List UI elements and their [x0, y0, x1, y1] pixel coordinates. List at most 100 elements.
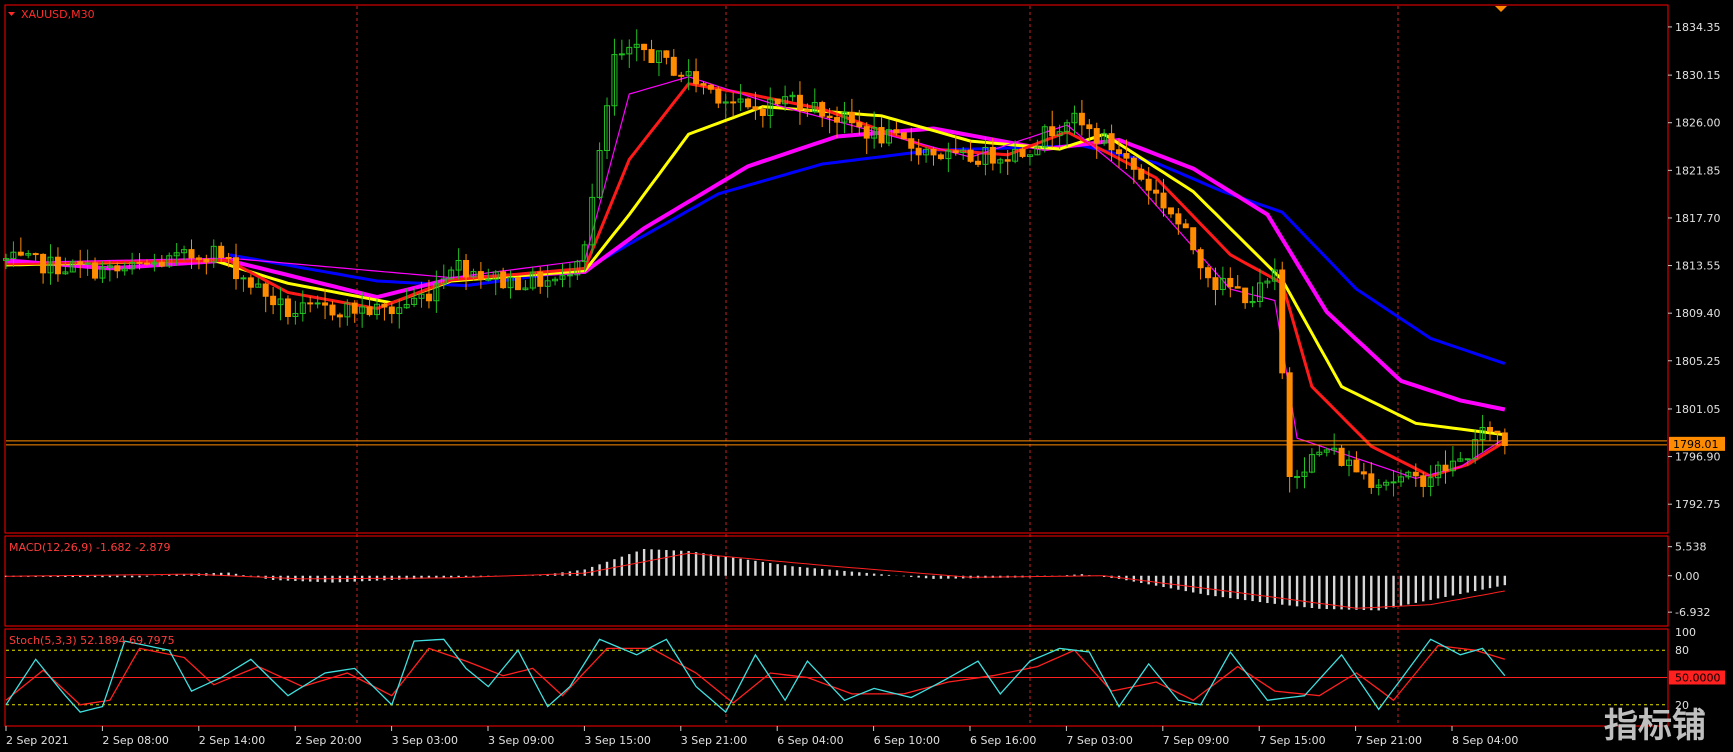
candle-body	[388, 306, 395, 315]
candle-body	[1286, 372, 1293, 478]
price-tick-label: 1792.75	[1675, 498, 1721, 511]
candle-body	[908, 138, 915, 149]
candle-body	[678, 74, 685, 77]
candle-body	[381, 303, 388, 308]
candle-body	[693, 71, 700, 85]
candle-body	[1501, 432, 1508, 446]
candle-body	[1123, 153, 1130, 159]
candle-body	[1190, 227, 1197, 251]
candle-body	[322, 302, 329, 306]
time-tick-label: 2 Sep 14:00	[199, 734, 265, 747]
price-tick-label: 1834.35	[1675, 21, 1721, 34]
candle-body	[759, 108, 766, 116]
candle-body	[477, 271, 484, 280]
candle-body	[745, 98, 751, 108]
candle-body	[670, 56, 677, 76]
candle-body	[514, 277, 521, 291]
candle-body	[351, 302, 358, 314]
time-tick-label: 7 Sep 03:00	[1066, 734, 1132, 747]
candle-body	[834, 117, 841, 123]
candle-body	[1108, 133, 1115, 151]
candle-body	[1205, 267, 1212, 279]
candle-body	[715, 88, 722, 104]
candle-body	[1494, 430, 1501, 434]
candle-body	[796, 94, 803, 111]
candle-body	[1175, 213, 1182, 225]
stoch-title: Stoch(5,3,3) 52.1894 69.7975	[9, 634, 175, 647]
candle-body	[92, 262, 99, 279]
candle-body	[1368, 473, 1375, 488]
candle-body	[158, 261, 165, 267]
candle-body	[1227, 277, 1234, 288]
candle-body	[989, 146, 996, 164]
time-tick-label: 2 Sep 20:00	[295, 734, 361, 747]
candle-body	[143, 262, 150, 265]
candle-body	[1212, 277, 1219, 290]
candle-body	[1234, 286, 1241, 289]
price-tick-label: 1805.25	[1675, 355, 1721, 368]
price-tick-label: 1813.55	[1675, 260, 1721, 273]
candle-body	[203, 258, 210, 263]
candle-body	[240, 277, 247, 280]
candle-body	[804, 109, 811, 113]
price-tick-label: 1821.85	[1675, 164, 1721, 177]
candle-body	[1420, 475, 1427, 487]
candle-body	[1138, 168, 1145, 180]
candle-body	[641, 43, 648, 51]
candle-body	[663, 50, 670, 58]
candle-body	[707, 84, 714, 90]
time-tick-label: 3 Sep 21:00	[681, 734, 747, 747]
macd-title: MACD(12,26,9) -1.682 -2.879	[9, 541, 170, 554]
price-tick-label: 1796.90	[1675, 451, 1721, 464]
candle-body	[952, 150, 959, 154]
candle-body	[284, 298, 291, 317]
candle-body	[247, 277, 254, 288]
candle-body	[1086, 124, 1093, 130]
candle-body	[566, 274, 573, 277]
candle-body	[270, 295, 277, 306]
candle-body	[336, 314, 343, 318]
current-price-label: 1798.01	[1673, 438, 1719, 451]
candle-body	[114, 265, 121, 272]
candle-body	[1153, 189, 1160, 194]
candle-body	[314, 302, 321, 305]
candle-body	[32, 253, 39, 256]
candle-body	[1338, 447, 1345, 466]
candle-body	[826, 115, 833, 119]
candle-body	[893, 129, 900, 134]
time-tick-label: 2 Sep 08:00	[102, 734, 168, 747]
price-tick-label: 1826.00	[1675, 117, 1721, 130]
candle-body	[1279, 269, 1286, 374]
candle-body	[856, 122, 863, 128]
time-tick-label: 8 Sep 04:00	[1452, 734, 1518, 747]
candle-body	[40, 253, 47, 274]
candle-body	[1442, 464, 1449, 472]
candle-body	[425, 293, 432, 302]
candle-body	[233, 257, 240, 280]
symbol-title-text: XAUUSD,M30	[21, 8, 95, 21]
candle-body	[195, 257, 202, 260]
symbol-title: XAUUSD,M30	[8, 8, 95, 21]
candle-body	[54, 256, 61, 275]
candle-body	[1116, 149, 1122, 155]
candle-body	[1167, 207, 1174, 215]
candle-body	[1130, 157, 1137, 170]
candle-body	[366, 306, 373, 316]
macd-tick-label: 5.538	[1675, 541, 1707, 554]
candle-body	[700, 83, 707, 86]
candle-body	[1078, 112, 1085, 126]
candle-body	[848, 111, 855, 124]
candle-body	[915, 147, 922, 156]
trading-chart[interactable]: 1834.35 1830.15 1826.00 1821.85 1817.70 1813.…	[0, 0, 1733, 752]
candle-body	[774, 98, 781, 105]
price-tick-label: 1809.40	[1675, 307, 1721, 320]
time-tick-label: 7 Sep 15:00	[1259, 734, 1325, 747]
candle-body	[218, 245, 225, 258]
candle-body	[730, 101, 737, 104]
candle-body	[878, 127, 885, 144]
candle-body	[1412, 471, 1419, 477]
time-tick-label: 6 Sep 10:00	[874, 734, 940, 747]
candle-body	[967, 149, 974, 162]
price-tick-label: 1830.15	[1675, 69, 1721, 82]
candle-body	[937, 154, 944, 160]
